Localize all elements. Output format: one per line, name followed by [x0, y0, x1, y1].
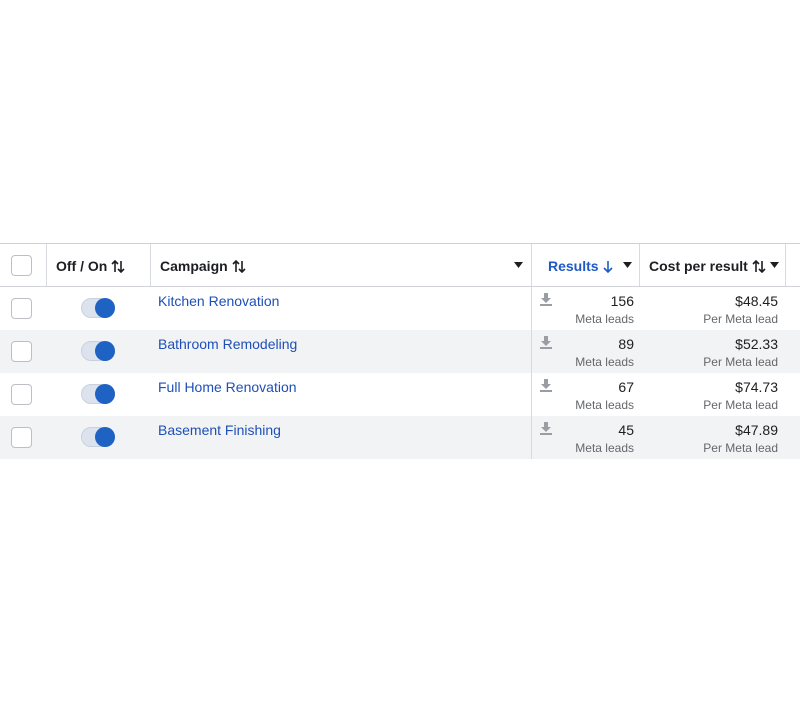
- results-value: 156: [610, 293, 634, 309]
- sort-icon[interactable]: [111, 259, 125, 273]
- sort-icon[interactable]: [232, 259, 246, 273]
- campaign-toggle[interactable]: [81, 384, 115, 404]
- download-icon: [540, 336, 552, 354]
- row-checkbox[interactable]: [11, 427, 32, 448]
- table-row[interactable]: Kitchen Renovation 156 Meta leads $48.45…: [0, 287, 800, 330]
- results-menu-caret-icon[interactable]: [623, 262, 632, 268]
- header-results[interactable]: Results: [531, 244, 639, 286]
- cost-per-result-label: Cost per result: [649, 258, 748, 274]
- row-checkbox[interactable]: [11, 298, 32, 319]
- cost-unit: Per Meta lead: [703, 441, 778, 455]
- header-checkbox-cell: [0, 244, 46, 286]
- campaign-name-link[interactable]: Full Home Renovation: [158, 379, 297, 395]
- results-unit: Meta leads: [575, 398, 634, 412]
- row-checkbox[interactable]: [11, 341, 32, 362]
- campaign-toggle[interactable]: [81, 427, 115, 447]
- campaign-name-link[interactable]: Bathroom Remodeling: [158, 336, 297, 352]
- sort-descending-icon[interactable]: [603, 260, 613, 273]
- campaign-name-link[interactable]: Kitchen Renovation: [158, 293, 279, 309]
- cost-value: $48.45: [735, 293, 778, 309]
- download-icon: [540, 293, 552, 311]
- row-checkbox[interactable]: [11, 384, 32, 405]
- toggle-knob: [95, 384, 115, 404]
- campaign-toggle[interactable]: [81, 341, 115, 361]
- off-on-header[interactable]: Off / On: [56, 258, 125, 274]
- toggle-knob: [95, 298, 115, 318]
- campaign-label: Campaign: [160, 258, 228, 274]
- sort-icon[interactable]: [752, 259, 766, 273]
- cost-value: $52.33: [735, 336, 778, 352]
- header-campaign[interactable]: Campaign: [150, 244, 531, 286]
- table-row[interactable]: Full Home Renovation 67 Meta leads $74.7…: [0, 373, 800, 416]
- cost-unit: Per Meta lead: [703, 355, 778, 369]
- cost-unit: Per Meta lead: [703, 312, 778, 326]
- results-value: 67: [618, 379, 634, 395]
- table-row[interactable]: Basement Finishing 45 Meta leads $47.89 …: [0, 416, 800, 459]
- cost-value: $47.89: [735, 422, 778, 438]
- results-unit: Meta leads: [575, 441, 634, 455]
- cost-value: $74.73: [735, 379, 778, 395]
- campaign-name-link[interactable]: Basement Finishing: [158, 422, 281, 438]
- download-icon: [540, 422, 552, 440]
- results-value: 45: [618, 422, 634, 438]
- campaigns-table: Off / On Campaign Results Cost per resul…: [0, 243, 800, 459]
- cost-menu-caret-icon[interactable]: [770, 262, 779, 268]
- results-unit: Meta leads: [575, 312, 634, 326]
- download-icon: [540, 379, 552, 397]
- table-row[interactable]: Bathroom Remodeling 89 Meta leads $52.33…: [0, 330, 800, 373]
- campaign-menu-caret-icon[interactable]: [514, 262, 523, 268]
- results-value: 89: [618, 336, 634, 352]
- table-header: Off / On Campaign Results Cost per resul…: [0, 243, 800, 287]
- campaign-header[interactable]: Campaign: [160, 258, 246, 274]
- toggle-knob: [95, 427, 115, 447]
- cost-unit: Per Meta lead: [703, 398, 778, 412]
- results-unit: Meta leads: [575, 355, 634, 369]
- toggle-knob: [95, 341, 115, 361]
- campaign-toggle[interactable]: [81, 298, 115, 318]
- results-header[interactable]: Results: [548, 258, 613, 274]
- header-cost-per-result[interactable]: Cost per result: [639, 244, 785, 286]
- cost-per-result-header[interactable]: Cost per result: [649, 258, 766, 274]
- select-all-checkbox[interactable]: [11, 255, 32, 276]
- header-off-on[interactable]: Off / On: [46, 244, 150, 286]
- header-tail: [785, 244, 800, 286]
- off-on-label: Off / On: [56, 258, 108, 274]
- results-label: Results: [548, 258, 599, 274]
